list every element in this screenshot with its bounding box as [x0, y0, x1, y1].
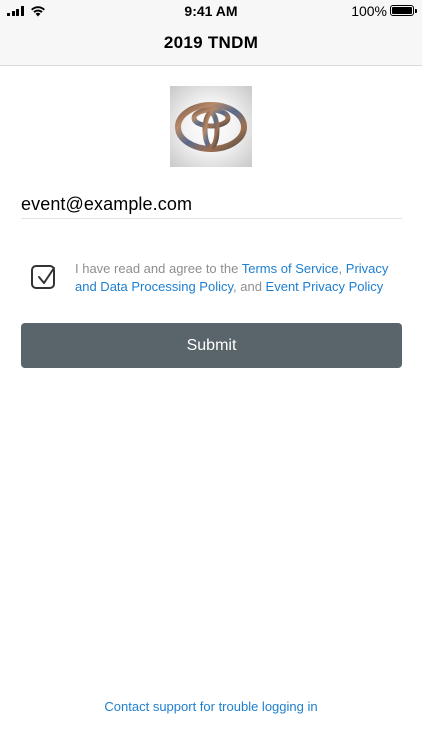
contact-support-link[interactable]: Contact support for trouble logging in [0, 699, 422, 714]
agreement-text: I have read and agree to the Terms of Se… [75, 260, 405, 296]
battery-icon [390, 5, 417, 16]
email-value[interactable]: event@example.com [21, 194, 192, 215]
event-logo [170, 86, 252, 167]
toyota-logo-icon [175, 102, 247, 152]
agreement-separator: , [338, 261, 346, 276]
submit-button[interactable]: Submit [21, 323, 402, 368]
status-bar: 9:41 AM 100% [0, 0, 422, 22]
event-privacy-policy-link[interactable]: Event Privacy Policy [266, 279, 384, 294]
page-title: 2019 TNDM [163, 33, 259, 52]
terms-of-service-link[interactable]: Terms of Service [242, 261, 339, 276]
agreement-prefix: I have read and agree to the [75, 261, 242, 276]
nav-bar: 2019 TNDM [0, 22, 422, 66]
email-field[interactable]: event@example.com [21, 188, 402, 219]
checkmark-icon [38, 267, 55, 284]
battery-percent: 100% [351, 3, 387, 19]
agreement-separator: , and [233, 279, 266, 294]
agreement-checkbox[interactable] [31, 265, 55, 289]
